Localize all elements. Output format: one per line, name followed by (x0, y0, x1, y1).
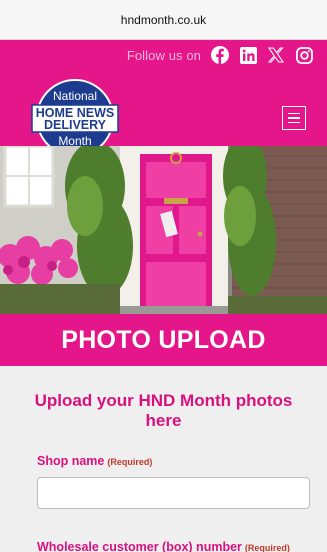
hamburger-line (288, 112, 300, 115)
shop-name-input[interactable] (37, 477, 310, 509)
facebook-icon[interactable] (211, 46, 229, 64)
logo-line1: National (53, 89, 97, 103)
social-links: Follow us on (127, 46, 313, 64)
hamburger-line (288, 117, 300, 119)
follow-label: Follow us on (126, 47, 201, 63)
url-text: hndmonth.co.uk (120, 12, 207, 27)
linkedin-icon[interactable] (239, 46, 257, 64)
page-title: PHOTO UPLOAD (61, 325, 266, 354)
photo-upload-form: Upload your HND Month photos here Shop n… (0, 366, 327, 552)
hamburger-line (288, 121, 300, 124)
logo-line3: DELIVERY (44, 118, 107, 132)
page-title-banner: PHOTO UPLOAD (0, 314, 327, 366)
hero-image-pink-door (0, 146, 327, 314)
required-indicator: (Required) (244, 543, 290, 552)
instagram-icon[interactable] (295, 46, 313, 64)
browser-url-bar[interactable]: hndmonth.co.uk (0, 0, 327, 40)
shop-name-label: Shop name (Required) (37, 454, 152, 468)
form-title: Upload your HND Month photos here (34, 391, 293, 430)
wholesale-customer-number-label: Wholesale customer (box) number (Required… (37, 540, 290, 552)
menu-button[interactable] (282, 106, 306, 130)
x-icon[interactable] (267, 46, 285, 64)
wholesale-customer-number-label-text: Wholesale customer (box) number (37, 540, 242, 552)
required-indicator: (Required) (107, 457, 153, 467)
shop-name-label-text: Shop name (37, 454, 105, 468)
